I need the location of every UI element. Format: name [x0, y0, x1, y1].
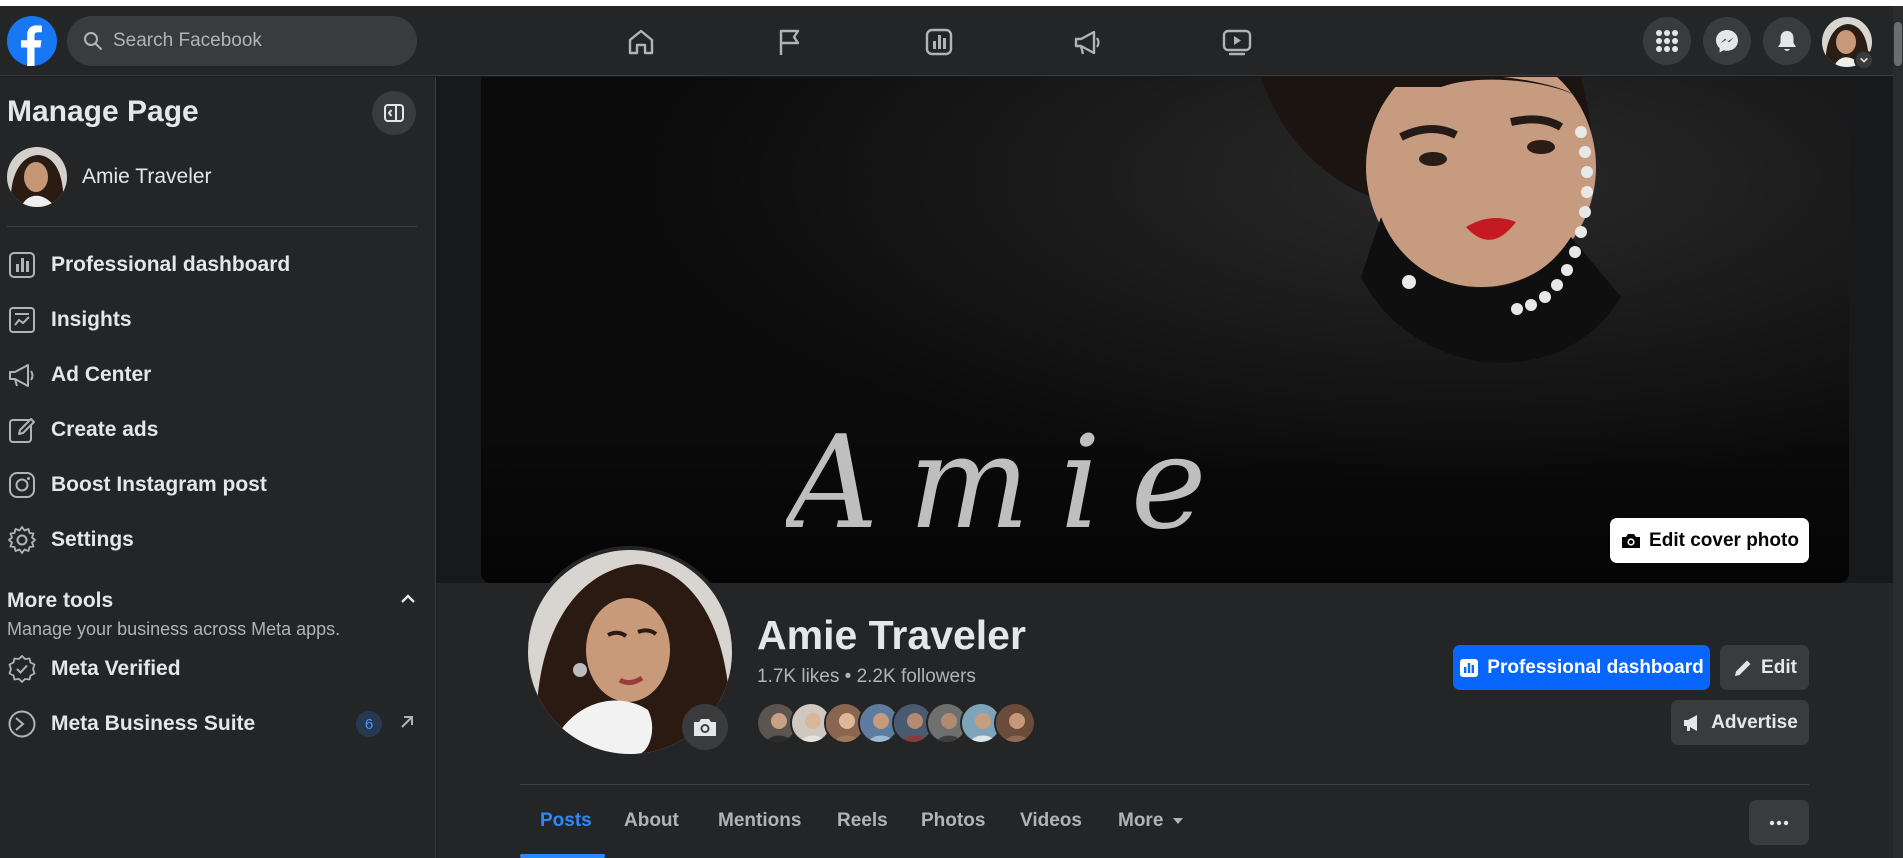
nav-pages[interactable] — [735, 14, 845, 70]
sidebar-item-label: Settings — [51, 528, 134, 551]
sidebar-item-settings[interactable]: Settings — [0, 515, 430, 565]
page-avatar — [7, 147, 67, 207]
caret-down-icon — [1173, 818, 1184, 824]
nav-home[interactable] — [586, 14, 696, 70]
menu-grid-icon — [1656, 30, 1678, 52]
search-box[interactable] — [67, 16, 417, 66]
chevron-up-icon[interactable] — [396, 587, 420, 611]
tab-photos[interactable]: Photos — [921, 810, 985, 832]
search-input[interactable] — [113, 30, 393, 52]
update-profile-picture-button[interactable] — [682, 704, 728, 750]
nav-insights[interactable] — [884, 14, 994, 70]
tab-more[interactable]: More — [1118, 810, 1185, 832]
sidebar-divider — [7, 226, 417, 227]
edit-page-button[interactable]: Edit — [1720, 645, 1809, 690]
sidebar-item-label: Meta Verified — [51, 657, 181, 680]
facebook-logo-icon[interactable] — [7, 16, 57, 66]
pencil-icon — [7, 415, 37, 445]
notification-badge: 6 — [356, 711, 382, 737]
gear-icon — [7, 525, 37, 555]
messenger-icon — [1716, 30, 1738, 53]
professional-dashboard-label: Professional dashboard — [1487, 656, 1704, 678]
more-options-button[interactable] — [1749, 800, 1809, 845]
sidebar-page-switcher[interactable]: Amie Traveler — [7, 147, 212, 207]
sidebar-item-ad-center[interactable]: Ad Center — [0, 350, 430, 400]
manage-page-sidebar: Manage Page Amie Traveler Professional d… — [0, 77, 436, 858]
professional-dashboard-button[interactable]: Professional dashboard — [1453, 645, 1710, 690]
more-tools-heading: More tools — [7, 589, 114, 612]
page-scrollbar[interactable] — [1893, 6, 1903, 858]
verified-icon — [7, 654, 37, 684]
edit-label: Edit — [1761, 656, 1797, 678]
tab-mentions[interactable]: Mentions — [718, 810, 801, 832]
sidebar-toggle-icon — [384, 104, 404, 122]
sidebar-item-boost-instagram[interactable]: Boost Instagram post — [0, 460, 430, 510]
insights-icon — [7, 305, 37, 335]
megaphone-icon — [1074, 30, 1100, 55]
megaphone-icon — [1684, 714, 1698, 731]
business-suite-icon — [7, 709, 37, 739]
pencil-icon — [1735, 660, 1751, 676]
sidebar-item-label: Insights — [51, 308, 132, 331]
sidebar-item-label: Boost Instagram post — [51, 473, 267, 496]
sidebar-item-meta-verified[interactable]: Meta Verified — [0, 644, 430, 694]
nav-video[interactable] — [1182, 14, 1292, 70]
active-tab-indicator — [520, 854, 605, 858]
tab-more-label: More — [1118, 810, 1164, 831]
edit-cover-photo-button[interactable]: Edit cover photo — [1610, 518, 1809, 563]
tab-about[interactable]: About — [624, 810, 679, 832]
advertise-button[interactable]: Advertise — [1671, 700, 1809, 745]
more-dots-icon — [1769, 820, 1789, 825]
tab-videos[interactable]: Videos — [1020, 810, 1082, 832]
edit-cover-label: Edit cover photo — [1649, 529, 1799, 551]
sidebar-item-label: Meta Business Suite — [51, 712, 256, 735]
tabs-divider — [520, 784, 1809, 785]
follower-avatar[interactable] — [994, 702, 1036, 744]
sidebar-item-label: Professional dashboard — [51, 253, 291, 276]
sidebar-item-create-ads[interactable]: Create ads — [0, 405, 430, 455]
messenger-button[interactable] — [1703, 17, 1751, 65]
page-scrollbar-thumb[interactable] — [1894, 22, 1902, 66]
instagram-icon — [7, 470, 37, 500]
collapse-sidebar-button[interactable] — [372, 91, 416, 135]
video-icon — [1222, 29, 1252, 56]
megaphone-icon — [7, 360, 37, 390]
sidebar-title: Manage Page — [7, 95, 199, 128]
bell-icon — [1778, 31, 1796, 51]
follower-avatars[interactable] — [756, 702, 1036, 744]
dashboard-icon — [7, 250, 37, 280]
flag-icon — [779, 29, 800, 55]
tab-posts[interactable]: Posts — [540, 810, 592, 832]
notifications-button[interactable] — [1763, 17, 1811, 65]
sidebar-item-insights[interactable]: Insights — [0, 295, 430, 345]
menu-button[interactable] — [1643, 17, 1691, 65]
sidebar-item-meta-business-suite[interactable]: Meta Business Suite 6 — [0, 699, 430, 749]
insights-icon — [925, 28, 953, 56]
sidebar-item-label: Create ads — [51, 418, 159, 441]
external-link-icon[interactable] — [396, 711, 418, 733]
search-icon — [84, 32, 102, 50]
top-navigation-bar — [0, 6, 1903, 76]
sidebar-item-professional-dashboard[interactable]: Professional dashboard — [0, 240, 430, 290]
more-tools-subtitle: Manage your business across Meta apps. — [7, 619, 341, 639]
page-title: Amie Traveler — [757, 612, 1026, 658]
camera-icon — [1622, 533, 1641, 548]
account-chevron-down-icon[interactable] — [1854, 50, 1874, 70]
home-icon — [628, 29, 654, 55]
camera-icon — [694, 719, 716, 736]
dashboard-icon — [1460, 658, 1479, 677]
sidebar-item-label: Ad Center — [51, 363, 152, 386]
cover-signature-text: Amie — [786, 420, 1237, 555]
page-stats[interactable]: 1.7K likes • 2.2K followers — [757, 666, 976, 688]
sidebar-page-name: Amie Traveler — [82, 165, 212, 188]
tab-reels[interactable]: Reels — [837, 810, 888, 832]
advertise-label: Advertise — [1711, 711, 1798, 733]
nav-ad-center[interactable] — [1033, 14, 1143, 70]
